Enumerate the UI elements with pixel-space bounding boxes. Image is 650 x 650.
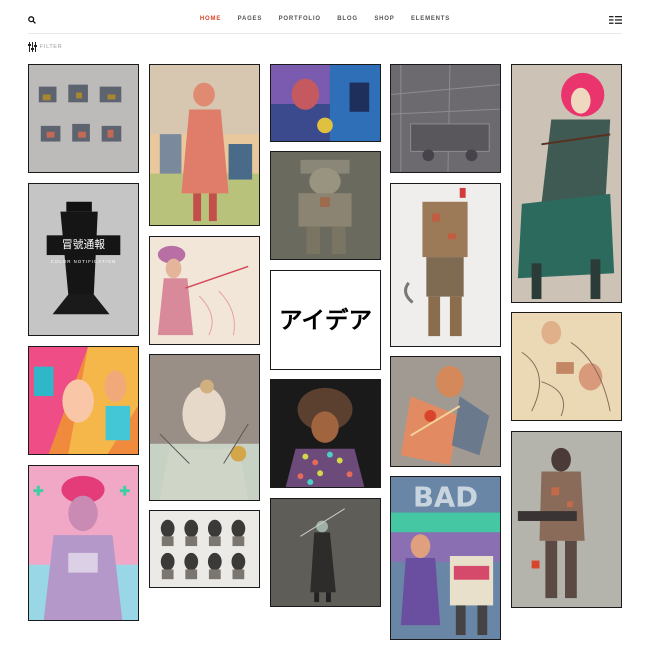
- comic-text: BAD: [413, 481, 478, 514]
- gallery-item-mech-pilot[interactable]: [270, 151, 381, 260]
- artwork-image: [512, 432, 621, 607]
- gallery-item-neon-faces[interactable]: [28, 346, 139, 455]
- poster-subtitle: COLOR NOTIFICATION: [51, 259, 116, 264]
- artwork-image: [271, 65, 380, 141]
- logo-text: アイデア: [279, 306, 372, 334]
- gallery-item-desert-warrior[interactable]: [149, 64, 260, 226]
- gallery-item-idea-logo[interactable]: アイデア: [270, 270, 381, 370]
- artwork-image: アイデア: [271, 271, 380, 369]
- artwork-image: 冒號通報 COLOR NOTIFICATION: [29, 184, 138, 335]
- nav-item-home[interactable]: HOME: [200, 16, 221, 22]
- nav-item-shop[interactable]: SHOP: [374, 16, 394, 22]
- gallery-item-gunner[interactable]: [511, 431, 622, 608]
- nav-item-elements[interactable]: ELEMENTS: [411, 16, 450, 22]
- artwork-image: [150, 65, 259, 225]
- gallery-item-bad-comic[interactable]: BAD: [390, 476, 501, 640]
- site-header: HOME PAGES PORTFOLIO BLOG SHOP ELEMENTS: [0, 0, 650, 40]
- gallery-item-neon-comic[interactable]: [270, 64, 381, 142]
- artwork-image: [391, 184, 500, 346]
- main-nav: HOME PAGES PORTFOLIO BLOG SHOP ELEMENTS: [0, 16, 650, 22]
- gallery-item-megaphone-poster[interactable]: 冒號通報 COLOR NOTIFICATION: [28, 183, 139, 336]
- artwork-image: [271, 152, 380, 259]
- gallery-item-mechs-grid[interactable]: [28, 64, 139, 173]
- artwork-image: [391, 65, 500, 172]
- artwork-image: [271, 380, 380, 487]
- filter-label: FILTER: [40, 44, 63, 50]
- gallery-item-backpack-soldier[interactable]: [390, 183, 501, 347]
- header-divider: [28, 33, 622, 34]
- hamburger-menu-icon[interactable]: [609, 16, 622, 24]
- gallery-item-heads-study[interactable]: [149, 510, 260, 588]
- poster-title: 冒號通報: [62, 238, 105, 251]
- gallery-item-pink-soldier[interactable]: [28, 465, 139, 621]
- artwork-image: [29, 466, 138, 620]
- nav-item-pages[interactable]: PAGES: [238, 16, 263, 22]
- filter-sliders-icon: [28, 42, 37, 52]
- nav-item-portfolio[interactable]: PORTFOLIO: [279, 16, 321, 22]
- gallery-item-robed-figure[interactable]: [270, 498, 381, 607]
- artwork-image: BAD: [391, 477, 500, 639]
- artwork-image: [150, 237, 259, 344]
- artwork-image: [29, 65, 138, 172]
- artwork-image: [29, 347, 138, 454]
- gallery-item-red-sun-rider[interactable]: [511, 64, 622, 303]
- gallery-item-hangar-sketch[interactable]: [390, 64, 501, 173]
- nav-item-blog[interactable]: BLOG: [337, 16, 358, 22]
- gallery-item-sword-girl[interactable]: [149, 236, 260, 345]
- artwork-image: [391, 357, 500, 466]
- gallery-item-ink-sketch[interactable]: [511, 312, 622, 421]
- artwork-image: [271, 499, 380, 606]
- artwork-image: [150, 355, 259, 500]
- artwork-image: [512, 65, 621, 302]
- gallery-item-afro-portrait[interactable]: [270, 379, 381, 488]
- gallery-item-cyborg-sketch[interactable]: [149, 354, 260, 501]
- artwork-image: [150, 511, 259, 587]
- artwork-image: [512, 313, 621, 420]
- gallery-item-tribal-figure[interactable]: [390, 356, 501, 467]
